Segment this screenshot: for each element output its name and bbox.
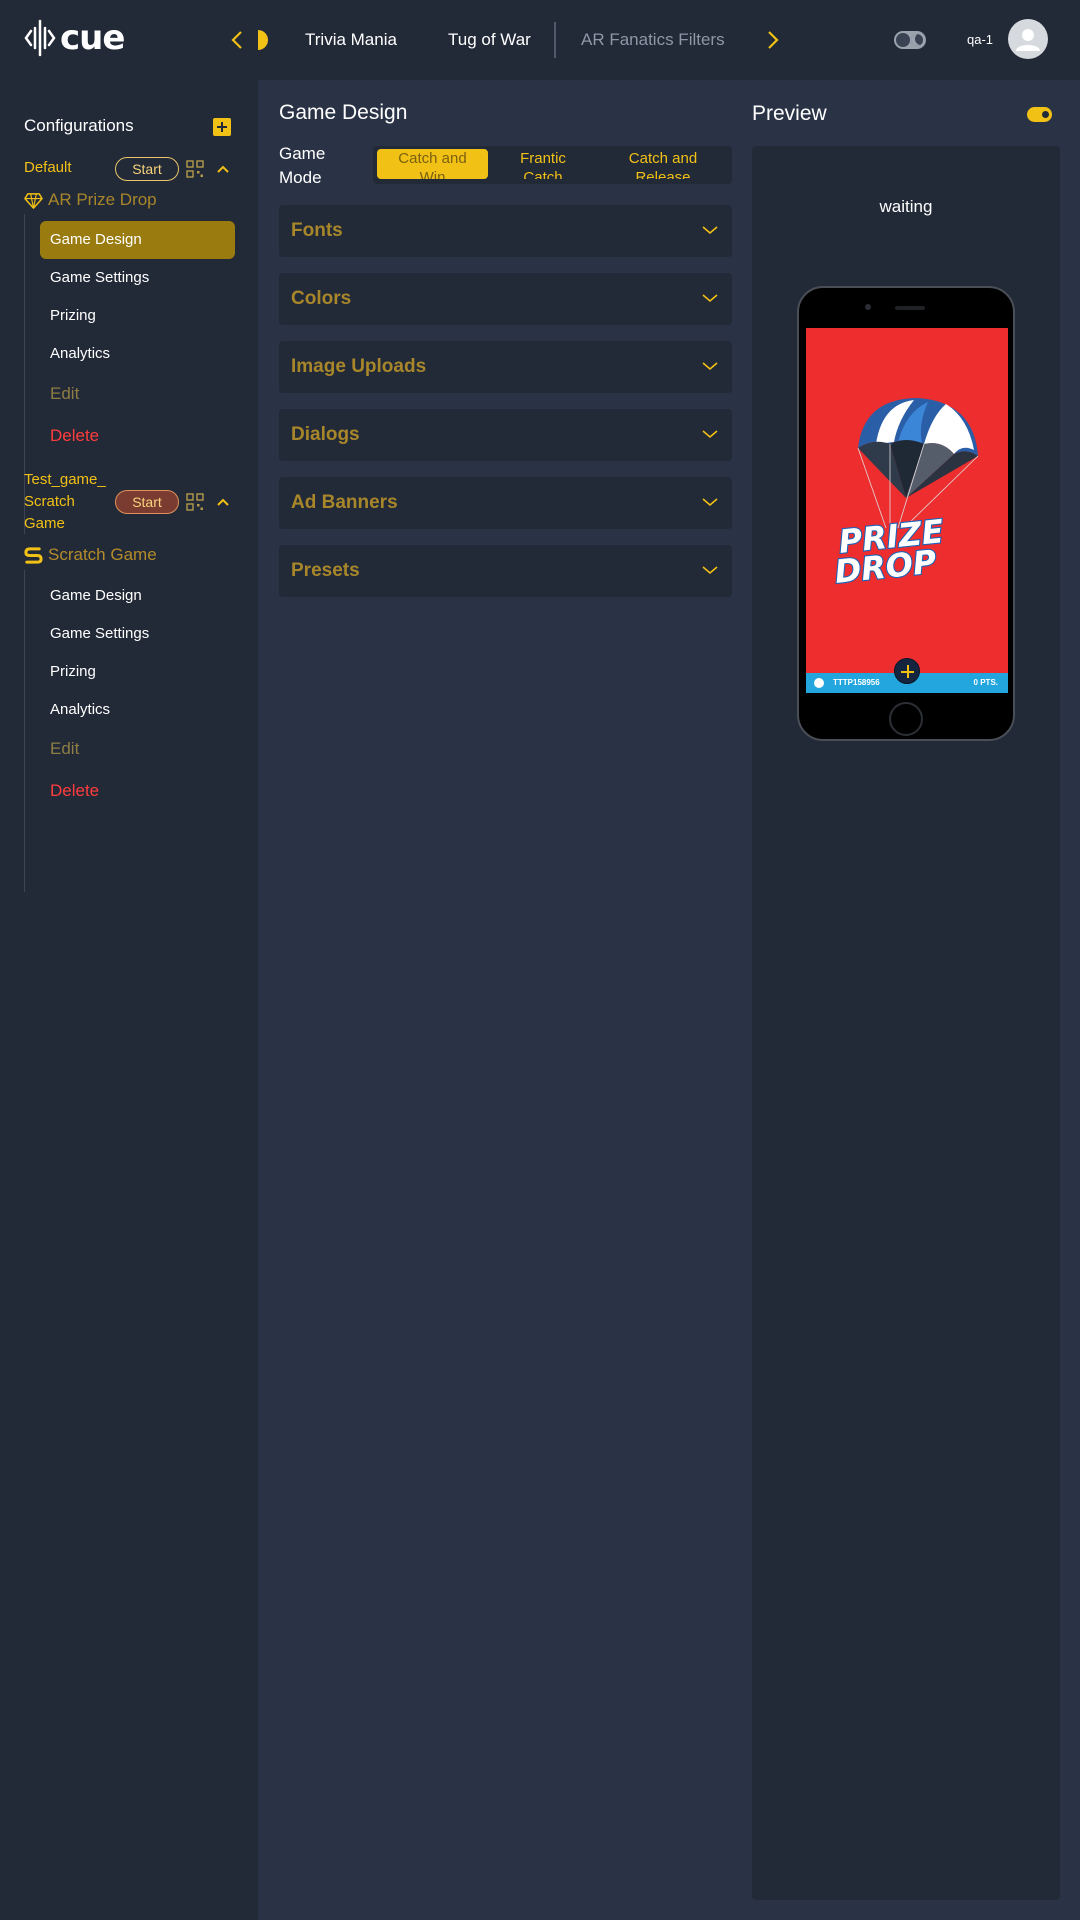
start-button[interactable]: Start [115,157,179,181]
section-presets[interactable]: Presets [279,545,732,597]
section-colors[interactable]: Colors [279,273,732,325]
section-dialogs[interactable]: Dialogs [279,409,732,461]
menu-prizing[interactable]: Prizing [50,307,96,324]
expand-chevron-icon [702,498,718,507]
toggle-knob [896,33,910,47]
game-type-ar-prize-drop[interactable]: AR Prize Drop [24,190,157,210]
mode-line: Catch and [628,150,698,167]
back-chevron-icon[interactable] [226,27,248,53]
label-line: Mode [279,168,322,187]
points-readout: 0 PTS. [973,678,998,687]
mode-line: Frantic [520,150,566,167]
moon-icon [911,34,923,46]
menu-game-design[interactable]: Game Design [50,231,142,248]
cue-logo[interactable]: cue [24,18,125,58]
add-icon[interactable] [894,658,920,684]
config-name-default[interactable]: Default [24,157,72,179]
toggle-knob [1042,111,1049,118]
page-title: Game Design [279,101,408,124]
mode-line: Release [635,169,691,179]
configurations-sidebar: Configurations Default Start AR Prize Dr… [0,80,258,1920]
tab-tug-of-war[interactable]: Tug of War [448,30,531,50]
mode-catch-and-release[interactable]: Catch and Release [599,149,727,179]
preview-toggle[interactable] [1027,107,1052,122]
user-name: qa-1 [967,32,994,47]
partial-tab-indicator[interactable] [258,30,268,50]
config-name-line: Scratch [24,493,75,510]
section-ad-banners[interactable]: Ad Banners [279,477,732,529]
phone-speaker [895,306,925,310]
section-label: Presets [291,560,360,581]
expand-chevron-icon [702,362,718,371]
section-label: Ad Banners [291,492,398,513]
collapse-caret-icon[interactable] [216,497,230,507]
add-icon[interactable] [213,118,231,136]
theme-toggle-icon[interactable] [894,31,926,49]
section-fonts[interactable]: Fonts [279,205,732,257]
tab-trivia-mania[interactable]: Trivia Mania [305,30,397,50]
sound-wave-icon [24,19,56,57]
section-label: Image Uploads [291,356,427,377]
menu-analytics[interactable]: Analytics [50,701,110,718]
mode-line: Catch and [398,150,467,167]
preview-title: Preview [752,102,827,125]
menu-edit[interactable]: Edit [50,384,79,404]
section-label: Colors [291,288,352,309]
configurations-title: Configurations [24,116,134,135]
tab-divider [554,22,556,58]
qr-code-icon[interactable] [186,160,204,178]
menu-analytics[interactable]: Analytics [50,345,110,362]
menu-prizing[interactable]: Prizing [50,663,96,680]
player-code: TTTP158956 [833,678,880,687]
game-type-label: AR Prize Drop [48,190,157,209]
game-type-scratch-game[interactable]: Scratch Game [24,545,157,565]
expand-chevron-icon [702,226,718,235]
mode-line: Catch [523,169,563,179]
collapse-caret-icon[interactable] [216,164,230,174]
menu-game-settings[interactable]: Game Settings [50,269,149,286]
expand-chevron-icon [702,566,718,575]
user-avatar-icon[interactable] [1008,19,1048,59]
tab-ar-fanatics-filters[interactable]: AR Fanatics Filters [581,30,725,50]
expand-chevron-icon [702,294,718,303]
preview-status: waiting [879,197,933,216]
top-header: cue Trivia Mania Tug of War AR Fanatics … [0,0,1080,80]
forward-chevron-icon[interactable] [762,27,784,53]
phone-camera [865,304,871,310]
qr-code-icon[interactable] [186,493,204,511]
phone-home-button [889,702,923,736]
config-name-line: Game [24,515,65,532]
game-mode-selector: Catch and Win Frantic Catch Catch and Re… [373,146,732,184]
mode-frantic-catch[interactable]: Frantic Catch [497,149,589,179]
label-line: Game [279,144,326,163]
logo-text: cue [60,18,125,58]
config-name-test-game[interactable]: Test_game_ Scratch Game [24,469,106,535]
section-image-uploads[interactable]: Image Uploads [279,341,732,393]
menu-delete[interactable]: Delete [50,426,99,446]
preview-panel: waiting PRIZE DROP TTTP158956 0 PTS. [752,146,1060,1900]
section-label: Dialogs [291,424,360,445]
scratch-s-icon [24,546,43,564]
diamond-icon [24,192,43,209]
config-name-line: Test_game_ [24,471,106,488]
game-mode-label: Game Mode [279,142,325,190]
phone-screen: PRIZE DROP TTTP158956 0 PTS. [806,328,1008,693]
coin-icon [814,678,824,688]
parachute-icon: PRIZE DROP [832,398,979,592]
menu-delete[interactable]: Delete [50,781,99,801]
tree-line [24,570,25,892]
mode-line: Win [419,169,446,179]
start-button[interactable]: Start [115,490,179,514]
menu-game-settings[interactable]: Game Settings [50,625,149,642]
phone-mockup: PRIZE DROP TTTP158956 0 PTS. [797,286,1015,741]
expand-chevron-icon [702,430,718,439]
game-type-label: Scratch Game [48,545,157,564]
section-label: Fonts [291,220,343,241]
mode-catch-and-win[interactable]: Catch and Win [377,149,488,179]
menu-edit[interactable]: Edit [50,739,79,759]
menu-game-design[interactable]: Game Design [50,587,142,604]
